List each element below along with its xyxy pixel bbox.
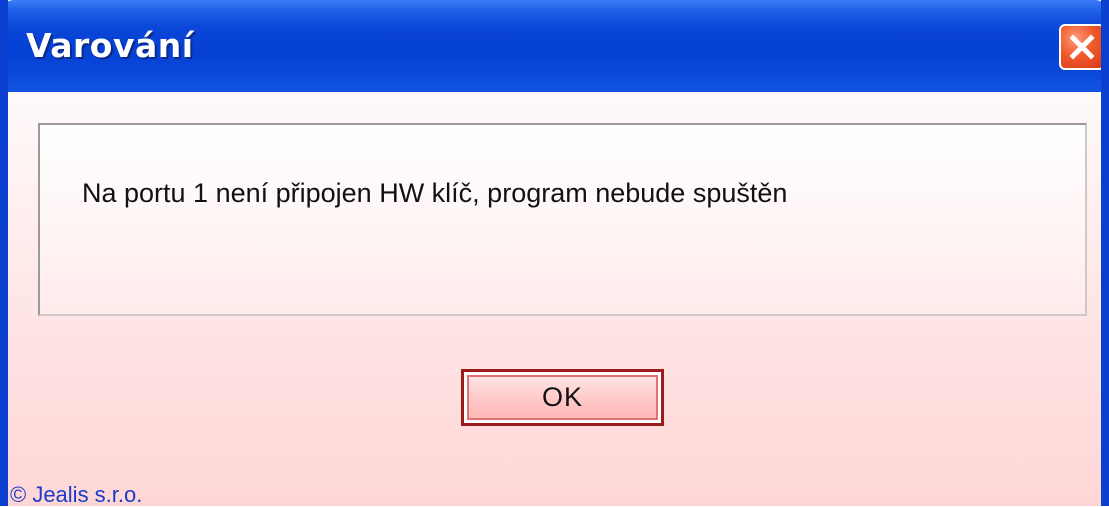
ok-button-label: OK <box>467 375 658 420</box>
window-title: Varování <box>26 26 194 65</box>
warning-message: Na portu 1 není připojen HW klíč, progra… <box>82 178 788 208</box>
message-panel: Na portu 1 není připojen HW klíč, progra… <box>38 123 1087 316</box>
close-button[interactable] <box>1059 24 1101 70</box>
warning-dialog: Varování Na portu 1 není připojen HW klí… <box>0 0 1109 506</box>
copyright-text: © Jealis s.r.o. <box>10 482 143 507</box>
title-bar[interactable]: Varování <box>8 0 1101 92</box>
close-icon <box>1069 34 1095 60</box>
ok-button[interactable]: OK <box>461 369 664 426</box>
